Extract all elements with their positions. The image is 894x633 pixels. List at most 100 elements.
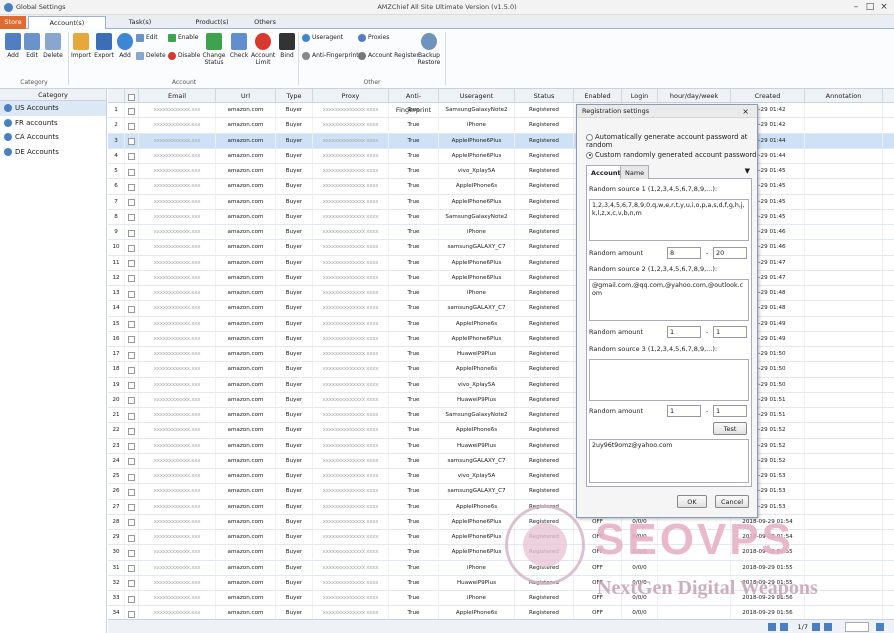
row-checkbox[interactable] <box>125 316 139 331</box>
backup-restore-button[interactable]: Backup Restore <box>416 33 442 66</box>
table-row[interactable]: 15 xxxxxxxxxxxx.xxx amazon.com Buyer xxxxxxx… <box>108 316 894 332</box>
row-checkbox[interactable] <box>125 148 139 163</box>
source3-textarea[interactable] <box>589 359 749 401</box>
custom-password-radio[interactable]: Custom randomly generated account passwo… <box>586 151 756 159</box>
useragent-button[interactable]: Useragent <box>302 33 343 43</box>
table-row[interactable]: 23 xxxxxxxxxxxx.xxx amazon.com Buyer xxxxxxx… <box>108 438 894 454</box>
amount2-min-input[interactable]: 1 <box>667 326 701 338</box>
row-checkbox[interactable] <box>125 133 139 148</box>
row-checkbox[interactable] <box>125 423 139 438</box>
row-checkbox[interactable] <box>125 362 139 377</box>
table-row[interactable]: 1 xxxxxxxxxxxx.xxx amazon.com Buyer xxxxxxxx… <box>108 103 894 119</box>
first-page-icon[interactable] <box>768 623 776 631</box>
table-row[interactable]: 9 xxxxxxxxxxxx.xxx amazon.com Buyer xxxxxxxx… <box>108 225 894 241</box>
amount3-max-input[interactable]: 1 <box>713 405 747 417</box>
table-row[interactable]: 19 xxxxxxxxxxxx.xxx amazon.com Buyer xxxxxxx… <box>108 377 894 393</box>
row-checkbox[interactable] <box>125 179 139 194</box>
table-row[interactable]: 11 xxxxxxxxxxxx.xxx amazon.com Buyer xxxxxxx… <box>108 255 894 271</box>
tab-name[interactable]: Name <box>620 165 650 179</box>
ok-button[interactable]: OK <box>677 495 707 508</box>
category-item-de[interactable]: DE Accounts <box>0 145 106 160</box>
col-url[interactable]: Url <box>216 89 276 103</box>
proxies-button[interactable]: Proxies <box>358 33 389 43</box>
dialog-close-icon[interactable]: × <box>742 105 749 118</box>
account-register-button[interactable]: Account Register <box>358 51 419 61</box>
col-useragent[interactable]: Useragent <box>439 89 515 103</box>
row-checkbox[interactable] <box>125 392 139 407</box>
table-row[interactable]: 16 xxxxxxxxxxxx.xxx amazon.com Buyer xxxxxxx… <box>108 331 894 347</box>
amount1-min-input[interactable]: 8 <box>667 247 701 259</box>
table-row[interactable]: 17 xxxxxxxxxxxx.xxx amazon.com Buyer xxxxxxx… <box>108 347 894 363</box>
check-button[interactable]: Check <box>229 33 249 59</box>
category-item-fr[interactable]: FR accounts <box>0 116 106 131</box>
col-login[interactable]: Login <box>622 89 658 103</box>
auto-password-radio[interactable]: Automatically generate account password … <box>586 133 757 149</box>
row-checkbox[interactable] <box>125 591 139 605</box>
table-row[interactable]: 13 xxxxxxxxxxxx.xxx amazon.com Buyer xxxxxxx… <box>108 286 894 302</box>
row-checkbox[interactable] <box>125 270 139 285</box>
table-row[interactable]: 14 xxxxxxxxxxxx.xxx amazon.com Buyer xxxxxxx… <box>108 301 894 317</box>
last-page-icon[interactable] <box>824 623 832 631</box>
row-checkbox[interactable] <box>125 438 139 453</box>
col-annotation[interactable]: Annotation <box>805 89 883 103</box>
import-button[interactable]: Import <box>71 33 91 59</box>
row-checkbox[interactable] <box>125 118 139 133</box>
category-item-ca[interactable]: CA Accounts <box>0 130 106 145</box>
anti-fingerprint-button[interactable]: Anti-Fingerprint <box>302 51 359 61</box>
table-row[interactable]: 7 xxxxxxxxxxxx.xxx amazon.com Buyer xxxxxxxx… <box>108 194 894 210</box>
row-checkbox[interactable] <box>125 606 139 619</box>
tab-others[interactable]: Others <box>252 16 278 29</box>
table-row[interactable]: 26 xxxxxxxxxxxx.xxx amazon.com Buyer xxxxxxx… <box>108 484 894 500</box>
go-page-icon[interactable] <box>876 623 884 631</box>
row-checkbox[interactable] <box>125 575 139 590</box>
row-checkbox[interactable] <box>125 286 139 300</box>
row-checkbox[interactable] <box>125 331 139 346</box>
row-checkbox[interactable] <box>125 453 139 468</box>
row-checkbox[interactable] <box>125 545 139 560</box>
row-checkbox[interactable] <box>125 164 139 178</box>
row-checkbox[interactable] <box>125 469 139 483</box>
category-edit-button[interactable]: Edit <box>23 33 41 59</box>
col-email[interactable]: Email <box>139 89 216 103</box>
row-checkbox[interactable] <box>125 514 139 529</box>
export-button[interactable]: Export <box>94 33 114 59</box>
row-checkbox[interactable] <box>125 240 139 255</box>
row-checkbox[interactable] <box>125 103 139 117</box>
amount3-min-input[interactable]: 1 <box>667 405 701 417</box>
col-created[interactable]: Created <box>731 89 805 103</box>
table-row[interactable]: 24 xxxxxxxxxxxx.xxx amazon.com Buyer xxxxxxx… <box>108 453 894 469</box>
prev-page-icon[interactable] <box>780 623 788 631</box>
account-limit-button[interactable]: Account Limit <box>251 33 275 66</box>
test-result-textarea[interactable]: 2uy96t9omz@yahoo.com <box>589 439 749 483</box>
table-row[interactable]: 5 xxxxxxxxxxxx.xxx amazon.com Buyer xxxxxxxx… <box>108 164 894 180</box>
row-checkbox[interactable] <box>125 408 139 422</box>
row-checkbox[interactable] <box>125 194 139 209</box>
table-row[interactable]: 25 xxxxxxxxxxxx.xxx amazon.com Buyer xxxxxxx… <box>108 469 894 485</box>
tab-tasks-management[interactable]: Task(s) Management <box>108 16 172 39</box>
enable-button[interactable]: Enable <box>168 33 198 43</box>
account-add-button[interactable]: Add <box>117 33 133 59</box>
row-checkbox[interactable] <box>125 255 139 270</box>
table-row[interactable]: 6 xxxxxxxxxxxx.xxx amazon.com Buyer xxxxxxxx… <box>108 179 894 195</box>
test-button[interactable]: Test <box>713 422 747 435</box>
change-status-button[interactable]: Change Status <box>202 33 226 66</box>
row-checkbox[interactable] <box>125 301 139 316</box>
col-hour-day-week[interactable]: hour/day/week <box>658 89 731 103</box>
table-row[interactable]: 20 xxxxxxxxxxxx.xxx amazon.com Buyer xxxxxxx… <box>108 392 894 408</box>
col-status[interactable]: Status <box>515 89 574 103</box>
col-anti-fingerprint[interactable]: Anti-Fingerprint <box>389 89 439 114</box>
row-checkbox[interactable] <box>125 484 139 499</box>
table-row[interactable]: 8 xxxxxxxxxxxx.xxx amazon.com Buyer xxxxxxxx… <box>108 209 894 225</box>
close-icon[interactable]: × <box>876 1 892 13</box>
row-checkbox[interactable] <box>125 225 139 239</box>
next-page-icon[interactable] <box>812 623 820 631</box>
bind-button[interactable]: Bind <box>278 33 296 59</box>
account-delete-button[interactable]: Delete <box>136 51 166 61</box>
tab-store[interactable]: Store <box>0 16 26 29</box>
category-item-us[interactable]: US Accounts <box>0 101 106 116</box>
tab-dropdown-icon[interactable]: ▼ <box>745 167 750 175</box>
row-checkbox[interactable] <box>125 499 139 514</box>
col-type[interactable]: Type <box>276 89 313 103</box>
row-checkbox[interactable] <box>125 347 139 361</box>
disable-button[interactable]: Disable <box>168 51 200 61</box>
